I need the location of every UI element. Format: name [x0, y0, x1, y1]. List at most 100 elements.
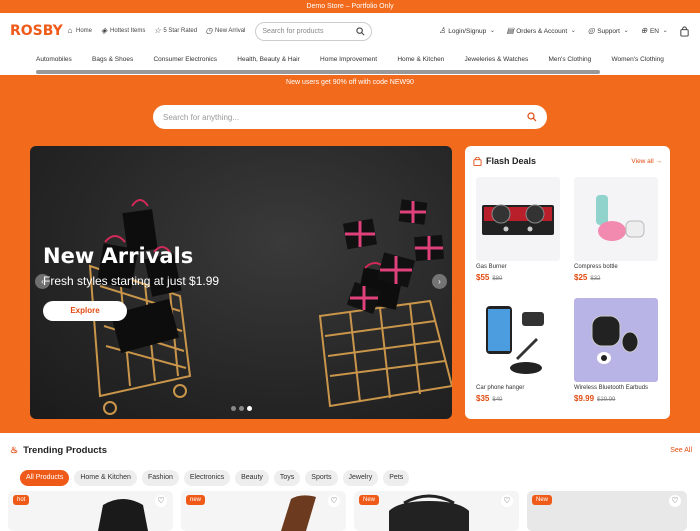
product-badge: New — [359, 495, 380, 505]
product-image-car-phone-hanger[interactable] — [476, 298, 560, 382]
shoe-image — [281, 495, 316, 531]
wishlist-heart-icon[interactable]: ♡ — [501, 495, 513, 507]
product-card[interactable]: Compress bottle $25 $32 — [574, 177, 658, 290]
hero-section: New users get 90% off with code NEW90 Se… — [0, 75, 700, 433]
wishlist-heart-icon[interactable]: ♡ — [328, 495, 340, 507]
chevron-left-icon: ‹ — [41, 277, 44, 286]
search-icon[interactable] — [356, 26, 365, 36]
product-card[interactable]: Wireless Bluetooth Earbuds $9.99 $29.99 — [574, 298, 658, 411]
filter-pill[interactable]: Fashion — [141, 470, 179, 486]
product-card[interactable]: New ♡ — [354, 491, 519, 531]
clock-icon: ◷ — [205, 26, 213, 35]
flash-deals-header: Flash Deals View all → — [473, 154, 662, 168]
explore-button[interactable]: Explore — [43, 301, 127, 321]
filter-pill[interactable]: Sports — [305, 470, 338, 486]
product-price: $35 $40 — [476, 394, 503, 403]
header-search-input[interactable]: Search for products — [255, 21, 373, 41]
see-all-link[interactable]: See All — [670, 447, 692, 454]
product-name: Gas Burner — [476, 264, 507, 270]
filter-pill-active[interactable]: All Products — [20, 470, 70, 486]
product-card[interactable]: Gas Burner $55 $80 — [476, 177, 560, 290]
category-link[interactable]: Bags & Shoes — [92, 56, 133, 63]
carousel-next-button[interactable]: › — [432, 274, 447, 289]
wishlist-heart-icon[interactable]: ♡ — [155, 495, 167, 507]
cart-button[interactable] — [679, 25, 690, 37]
product-image-earbuds[interactable] — [574, 298, 658, 382]
category-link[interactable]: Consumer Electronics — [153, 56, 217, 63]
backpack-image — [98, 499, 148, 531]
chevron-right-icon: › — [438, 277, 441, 286]
main-search-input[interactable]: Search for anything... — [153, 105, 547, 129]
orders-link[interactable]: ▤ Orders & Account ⌄ — [506, 27, 577, 35]
carousel-dot[interactable] — [239, 406, 244, 411]
product-price: $55 $80 — [476, 273, 503, 282]
product-image-compress-bottle[interactable] — [574, 177, 658, 261]
hero-title: New Arrivals — [43, 244, 194, 268]
gas-burner-image — [482, 204, 554, 235]
announcement-text: Demo Store – Portfolio Only — [306, 3, 394, 10]
language-select[interactable]: ⊕ EN ⌄ — [640, 27, 669, 35]
category-link[interactable]: Jeweleries & Watches — [465, 56, 529, 63]
category-link[interactable]: Home & Kitchen — [397, 56, 444, 63]
original-price: $80 — [492, 276, 503, 282]
promo-banner: New users get 90% off with code NEW90 — [286, 79, 414, 86]
product-name: Compress bottle — [574, 264, 618, 270]
product-card[interactable]: new ♡ — [181, 491, 346, 531]
scrollbar-thumb[interactable] — [36, 70, 600, 74]
product-price: $25 $32 — [574, 273, 601, 282]
quicklink-new-arrival[interactable]: ◷ New Arrival — [205, 26, 246, 35]
quicklink-home[interactable]: ⌂ Home — [66, 27, 92, 35]
chevron-down-icon: ⌄ — [623, 28, 629, 34]
user-icon: ♙ — [438, 26, 446, 35]
phone-holder-image — [486, 306, 544, 374]
carousel-prev-button[interactable]: ‹ — [35, 274, 50, 289]
login-link[interactable]: ♙ Login/Signup ⌄ — [438, 27, 496, 35]
site-logo[interactable]: ROSBY — [10, 23, 63, 39]
product-badge: hot — [13, 495, 30, 505]
flash-deals-title: Flash Deals — [473, 156, 536, 166]
document-icon: ▤ — [506, 26, 515, 35]
wishlist-heart-icon[interactable]: ♡ — [669, 495, 681, 507]
carousel-dot-active[interactable] — [247, 406, 252, 411]
product-card[interactable]: hot ♡ — [8, 491, 173, 531]
trending-header: ♨ Trending Products See All — [10, 445, 692, 456]
original-price: $40 — [492, 397, 503, 403]
view-all-link[interactable]: View all → — [631, 158, 662, 165]
support-link[interactable]: ◎ Support ⌄ — [587, 27, 630, 35]
product-image-gas-burner[interactable] — [476, 177, 560, 261]
product-badge: New — [532, 495, 553, 505]
earbuds-image — [591, 315, 639, 364]
filter-pill[interactable]: Home & Kitchen — [74, 470, 137, 486]
fire-icon: ♨ — [10, 445, 19, 455]
quicklink-rated[interactable]: ☆ 5 Star Rated — [153, 27, 197, 35]
product-price: $9.99 $29.99 — [574, 394, 616, 403]
filter-pill[interactable]: Toys — [273, 470, 301, 486]
home-icon: ⌂ — [67, 26, 73, 35]
product-card[interactable]: Car phone hanger $35 $40 — [476, 298, 560, 411]
category-link[interactable]: Home Improvement — [320, 56, 377, 63]
product-card[interactable]: New ♡ — [527, 491, 687, 531]
filter-pill[interactable]: Jewelry — [342, 470, 379, 486]
main-search-placeholder: Search for anything... — [163, 112, 240, 122]
filter-pill[interactable]: Electronics — [183, 470, 231, 486]
category-link[interactable]: Women's Clothing — [612, 56, 664, 63]
flash-deals-panel: Flash Deals View all → Gas Burner $55 $80… — [465, 146, 670, 419]
category-link[interactable]: Men's Clothing — [548, 56, 591, 63]
tag-icon: ◈ — [100, 26, 108, 35]
original-price: $29.99 — [597, 397, 616, 403]
carousel-dots — [231, 406, 252, 411]
product-name: Wireless Bluetooth Earbuds — [574, 385, 649, 391]
quick-links: ⌂ Home ◈ Hottest Items ☆ 5 Star Rated ◷ New … — [66, 26, 246, 35]
filter-pill[interactable]: Beauty — [235, 470, 269, 486]
hero-carousel[interactable]: New Arrivals Fresh styles starting at ju… — [30, 146, 452, 419]
header-actions: ♙ Login/Signup ⌄ ▤ Orders & Account ⌄ ◎ Suppo… — [438, 25, 690, 37]
chevron-down-icon: ⌄ — [662, 28, 668, 34]
bottle-image — [596, 195, 645, 241]
quicklink-hottest[interactable]: ◈ Hottest Items — [100, 27, 145, 35]
category-link[interactable]: Automobiles — [36, 56, 72, 63]
search-icon[interactable] — [527, 112, 537, 122]
chevron-down-icon: ⌄ — [489, 28, 495, 34]
filter-pill[interactable]: Pets — [383, 470, 410, 486]
category-link[interactable]: Health, Beauty & Hair — [237, 56, 300, 63]
carousel-dot[interactable] — [231, 406, 236, 411]
